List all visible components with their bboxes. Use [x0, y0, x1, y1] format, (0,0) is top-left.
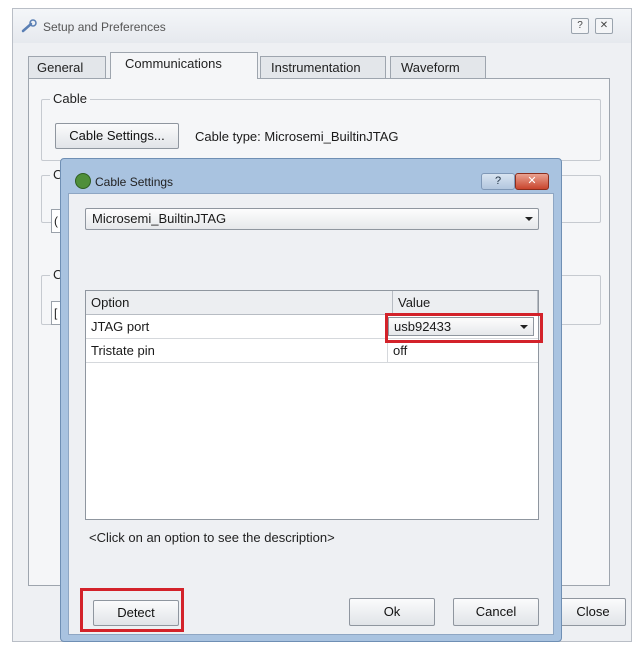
- description-hint: <Click on an option to see the descripti…: [89, 530, 335, 545]
- column-header-option[interactable]: Option: [86, 291, 393, 315]
- close-window-button[interactable]: ✕: [595, 18, 613, 34]
- help-button[interactable]: ?: [571, 18, 589, 34]
- jtag-port-select[interactable]: usb92433: [388, 317, 534, 336]
- cable-select[interactable]: Microsemi_BuiltinJTAG: [85, 208, 539, 230]
- cable-group-title: Cable: [50, 91, 90, 106]
- table-row[interactable]: Tristate pin off: [86, 339, 538, 363]
- tab-waveform[interactable]: Waveform: [390, 56, 486, 78]
- tab-instrumentation[interactable]: Instrumentation: [260, 56, 386, 78]
- cancel-button[interactable]: Cancel: [453, 598, 539, 626]
- dialog-help-button[interactable]: ?: [481, 173, 515, 190]
- cable-settings-dialog: Cable Settings ? ✕ Microsemi_BuiltinJTAG…: [60, 158, 562, 642]
- option-cell: Tristate pin: [86, 339, 388, 362]
- column-header-value[interactable]: Value: [393, 291, 538, 315]
- options-table: Option Value JTAG port usb92433 Tristate…: [85, 290, 539, 520]
- tab-communications[interactable]: Communications: [110, 52, 258, 79]
- cable-settings-button[interactable]: Cable Settings...: [55, 123, 179, 149]
- tab-general[interactable]: General: [28, 56, 106, 78]
- chevron-down-icon: [525, 217, 533, 221]
- chevron-down-icon: [520, 325, 528, 329]
- value-cell[interactable]: off: [388, 339, 538, 362]
- dialog-close-button[interactable]: ✕: [515, 173, 549, 190]
- detect-button[interactable]: Detect: [93, 600, 179, 626]
- jtag-port-value: usb92433: [394, 319, 452, 334]
- ok-button[interactable]: Ok: [349, 598, 435, 626]
- option-cell: JTAG port: [86, 315, 388, 338]
- wrench-icon: [21, 19, 37, 33]
- table-row[interactable]: JTAG port usb92433: [86, 315, 538, 339]
- window-title: Setup and Preferences: [43, 20, 166, 34]
- cable-select-value: Microsemi_BuiltinJTAG: [92, 211, 227, 226]
- cable-type-text: Cable type: Microsemi_BuiltinJTAG: [195, 129, 399, 144]
- window-titlebar: Setup and Preferences ? ✕: [13, 9, 631, 43]
- dialog-body: Microsemi_BuiltinJTAG Option Value JTAG …: [68, 193, 554, 635]
- microsemi-app-icon: [75, 173, 91, 189]
- dialog-title: Cable Settings: [95, 175, 174, 189]
